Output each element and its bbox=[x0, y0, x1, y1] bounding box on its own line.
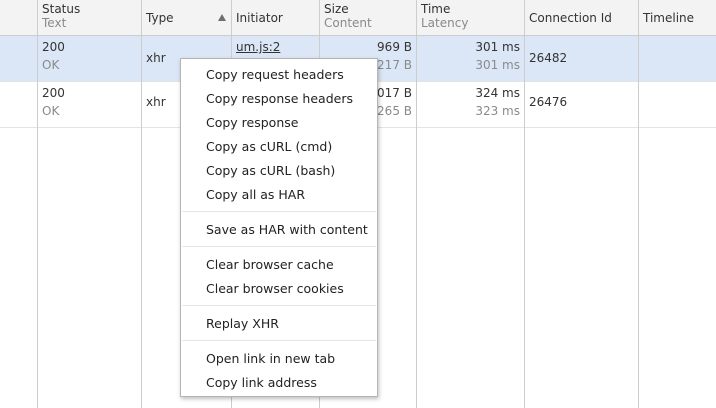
menu-item-copy-request-headers[interactable]: Copy request headers bbox=[206, 64, 344, 86]
menu-item-copy-response[interactable]: Copy response bbox=[206, 112, 298, 134]
menu-item-copy-all-as-har[interactable]: Copy all as HAR bbox=[206, 184, 305, 206]
connection-id: 26482 bbox=[529, 51, 568, 65]
context-menu: Copy request headers Copy response heade… bbox=[180, 58, 378, 397]
latency-value: 323 ms bbox=[475, 104, 520, 118]
table-header: Status Text Type Initiator Size Content … bbox=[0, 0, 716, 36]
time-value: 324 ms bbox=[475, 86, 520, 100]
initiator-link[interactable]: um.js:2 bbox=[236, 40, 280, 54]
status-text: OK bbox=[42, 104, 60, 118]
menu-item-clear-browser-cookies[interactable]: Clear browser cookies bbox=[206, 278, 344, 300]
column-header-type[interactable]: Type bbox=[146, 11, 174, 25]
column-header-timeline[interactable]: Timeline bbox=[643, 11, 694, 25]
menu-separator bbox=[182, 246, 376, 247]
menu-item-copy-as-curl-bash[interactable]: Copy as cURL (bash) bbox=[206, 160, 335, 182]
status-code: 200 bbox=[42, 86, 65, 100]
column-divider[interactable] bbox=[638, 0, 639, 408]
request-type: xhr bbox=[146, 95, 166, 109]
connection-id: 26476 bbox=[529, 95, 568, 109]
size-value: 969 B bbox=[377, 40, 412, 54]
column-header-time-sublabel: Latency bbox=[421, 16, 469, 30]
menu-item-copy-response-headers[interactable]: Copy response headers bbox=[206, 88, 353, 110]
menu-separator bbox=[182, 211, 376, 212]
column-header-connection-id[interactable]: Connection Id bbox=[529, 11, 612, 25]
column-header-size[interactable]: Size Content bbox=[324, 2, 372, 30]
column-divider[interactable] bbox=[141, 0, 142, 408]
column-header-time[interactable]: Time Latency bbox=[421, 2, 468, 30]
sort-ascending-icon[interactable] bbox=[218, 14, 226, 21]
menu-separator bbox=[182, 340, 376, 341]
request-type: xhr bbox=[146, 51, 166, 65]
status-code: 200 bbox=[42, 40, 65, 54]
column-header-initiator[interactable]: Initiator bbox=[236, 11, 283, 25]
menu-item-open-link-new-tab[interactable]: Open link in new tab bbox=[206, 348, 335, 370]
menu-item-save-as-har[interactable]: Save as HAR with content bbox=[206, 219, 368, 241]
latency-value: 301 ms bbox=[475, 58, 520, 72]
column-header-size-label: Size bbox=[324, 2, 349, 16]
menu-separator bbox=[182, 305, 376, 306]
column-header-status-label: Status bbox=[42, 2, 81, 16]
column-header-status[interactable]: Status Text bbox=[42, 2, 80, 30]
column-header-time-label: Time bbox=[421, 2, 451, 16]
menu-item-replay-xhr[interactable]: Replay XHR bbox=[206, 313, 279, 335]
menu-item-copy-link-address[interactable]: Copy link address bbox=[206, 372, 317, 394]
status-text: OK bbox=[42, 58, 60, 72]
column-divider[interactable] bbox=[37, 0, 38, 408]
column-divider[interactable] bbox=[416, 0, 417, 408]
menu-item-copy-as-curl-cmd[interactable]: Copy as cURL (cmd) bbox=[206, 136, 332, 158]
column-divider[interactable] bbox=[524, 0, 525, 408]
menu-item-clear-browser-cache[interactable]: Clear browser cache bbox=[206, 254, 334, 276]
column-header-status-sublabel: Text bbox=[42, 16, 67, 30]
column-header-size-sublabel: Content bbox=[324, 16, 372, 30]
time-value: 301 ms bbox=[475, 40, 520, 54]
